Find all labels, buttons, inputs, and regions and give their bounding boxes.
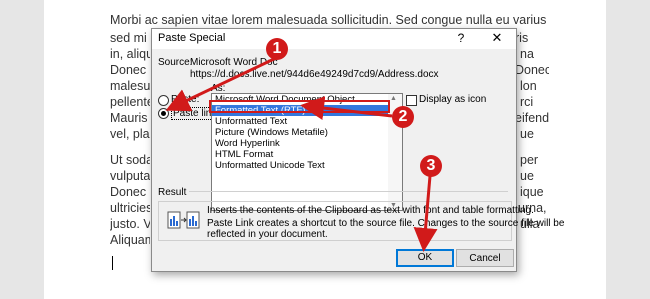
doc-line-1: Morbi ac sapien vitae lorem malesuada so… [110, 13, 546, 27]
doc-right-10: ique [520, 185, 544, 199]
annotation-badge-1: 1 [266, 38, 288, 60]
doc-right-2: na [520, 47, 534, 61]
list-item[interactable]: Picture (Windows Metafile) [212, 127, 389, 138]
display-as-icon-label[interactable]: Display as icon [419, 94, 486, 105]
annotation-badge-3: 3 [420, 155, 442, 177]
source-name: Microsoft Word Doc [190, 57, 278, 68]
doc-line-6: pellentes [110, 95, 150, 109]
doc-line-14: Aliquam [110, 233, 150, 247]
doc-right-4: lon [520, 79, 537, 93]
result-box: Inserts the contents of the Clipboard as… [158, 201, 564, 241]
result-text-line-1: Inserts the contents of the Clipboard as… [207, 205, 534, 216]
paste-link-radio[interactable] [158, 108, 169, 119]
source-path: https://d.docs.live.net/944d6e49249d7cd9… [190, 69, 439, 80]
cancel-button[interactable]: Cancel [456, 249, 514, 267]
doc-line-11: Donec m [110, 185, 150, 199]
display-as-icon-checkbox[interactable] [406, 95, 417, 106]
annotation-badge-2: 2 [392, 106, 414, 128]
doc-right-5: rci [520, 95, 534, 109]
scroll-up-icon[interactable]: ▲ [390, 95, 397, 102]
paste-special-dialog: Paste Special ? ✕ Source: Microsoft Word… [151, 28, 564, 272]
doc-line-13: justo. Vi [110, 217, 150, 231]
ok-button[interactable]: OK [396, 249, 454, 267]
result-label: Result [158, 187, 190, 198]
dialog-title: Paste Special [158, 32, 226, 44]
list-item[interactable]: Word Hyperlink [212, 138, 389, 149]
doc-right-1: ris [515, 31, 529, 45]
dialog-titlebar: Paste Special ? ✕ [152, 29, 516, 49]
list-item[interactable]: HTML Format [212, 149, 389, 160]
doc-line-9: Ut sodale [110, 153, 150, 167]
doc-line-7: Mauris e [110, 111, 150, 125]
doc-line-4: Donec [110, 63, 147, 77]
doc-line-10: vulputate [110, 169, 150, 183]
doc-right-3: Donec [515, 63, 549, 77]
source-label: Source: [158, 57, 193, 68]
paste-link-result-icon [167, 211, 200, 229]
doc-line-8: vel, place [110, 127, 150, 141]
highlight-selected-format [209, 100, 390, 113]
doc-right-8: per [520, 153, 539, 167]
result-divider [158, 191, 508, 192]
paste-radio-label[interactable]: Paste: [171, 94, 199, 105]
result-text-line-3: reflected in your document. [207, 229, 328, 240]
result-text-line-2: Paste Link creates a shortcut to the sou… [207, 218, 565, 229]
doc-right-7: ue [520, 127, 534, 141]
doc-line-12: ultricies n [110, 201, 150, 215]
paste-radio[interactable] [158, 95, 169, 106]
help-button[interactable]: ? [453, 31, 469, 45]
doc-line-2: sed mi [110, 31, 147, 45]
doc-right-9: ue [520, 169, 534, 183]
list-item[interactable]: Unformatted Text [212, 116, 389, 127]
list-item[interactable]: Unformatted Unicode Text [212, 160, 389, 171]
text-caret [112, 256, 113, 270]
doc-line-5: malesuad [110, 79, 150, 93]
close-button[interactable]: ✕ [488, 30, 506, 46]
doc-right-6: eifend [515, 111, 549, 125]
doc-line-3: in, alique [110, 47, 150, 61]
